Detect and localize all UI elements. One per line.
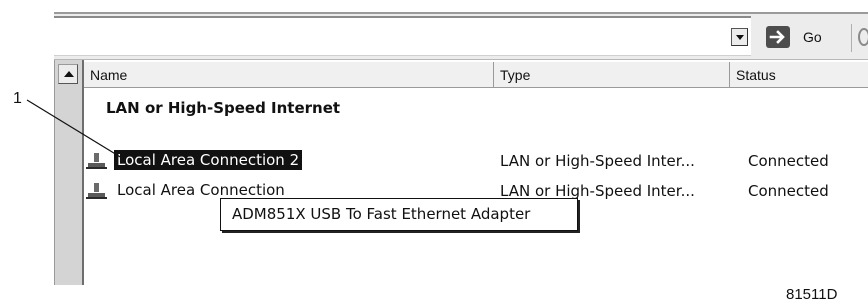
callout-line: [26, 99, 123, 159]
figure-code: 81511D: [786, 286, 838, 303]
callout-number: 1: [13, 90, 22, 107]
